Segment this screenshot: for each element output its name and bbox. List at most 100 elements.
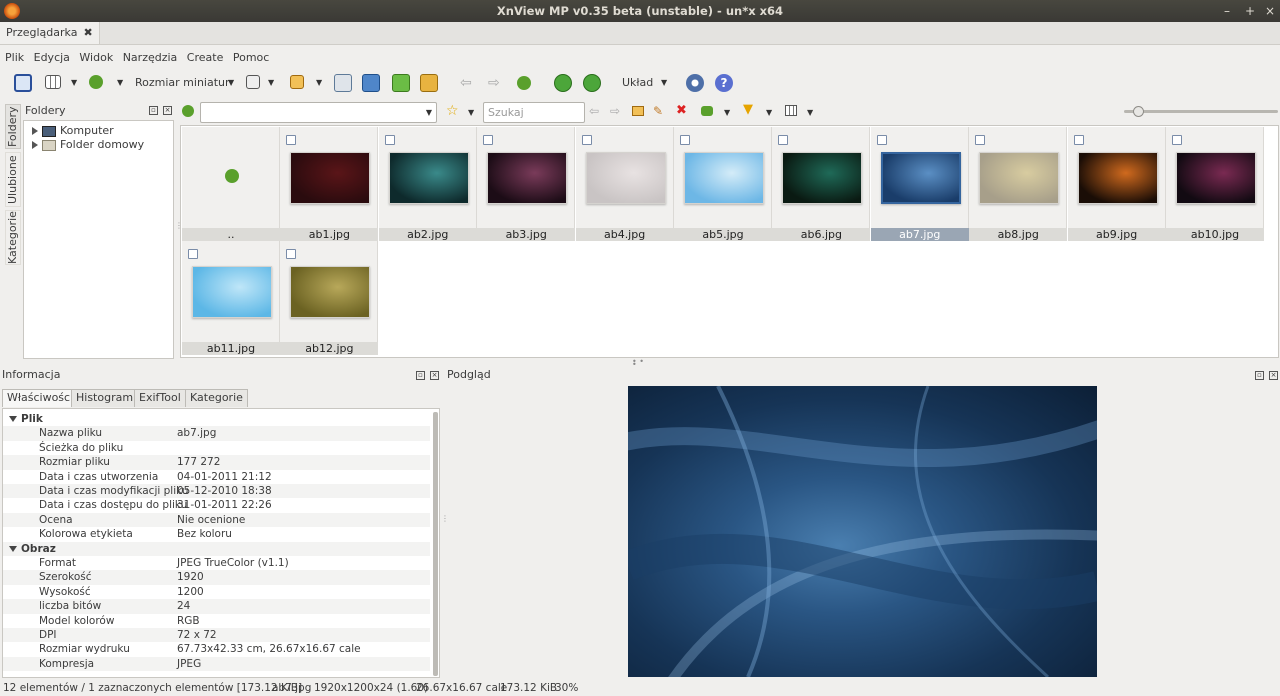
property-row[interactable]: Rozmiar wydruku 67.73x42.33 cm, 26.67x16.… <box>3 642 430 656</box>
thumb-cell[interactable]: ab3.jpg <box>477 127 576 241</box>
info-close-icon[interactable]: × <box>430 371 439 380</box>
property-row[interactable]: Model kolorów RGB <box>3 614 430 628</box>
thumb-cell[interactable]: ab11.jpg <box>182 241 280 355</box>
property-row[interactable]: Format JPEG TrueColor (v1.1) <box>3 556 430 570</box>
batch-convert-icon[interactable] <box>392 74 410 92</box>
property-row[interactable]: DPI 72 x 72 <box>3 628 430 643</box>
thumb-checkbox[interactable] <box>286 249 297 259</box>
menu-edit[interactable]: Edycja <box>34 51 70 64</box>
sort-dropdown-icon[interactable]: ▼ <box>268 78 274 87</box>
thumb-checkbox[interactable] <box>975 135 986 145</box>
thumb-cell[interactable]: ab12.jpg <box>280 241 379 355</box>
thumb-cell[interactable]: ab6.jpg <box>772 127 871 241</box>
thumb-checkbox[interactable] <box>1172 135 1182 145</box>
property-row[interactable]: Kompresja JPEG <box>3 656 430 672</box>
menu-help[interactable]: Pomoc <box>233 51 269 64</box>
path-up-icon[interactable] <box>182 105 194 117</box>
view-mode-dropdown-icon[interactable]: ▼ <box>71 78 77 87</box>
filter-funnel-icon[interactable]: ▼ <box>743 102 753 117</box>
property-row[interactable]: Data i czas utworzenia 04-01-2011 21:12 <box>3 470 430 484</box>
thumb-image[interactable] <box>585 152 666 204</box>
maximize-icon[interactable]: + <box>1243 3 1257 19</box>
thumb-image[interactable] <box>979 152 1060 204</box>
tab-browser[interactable]: Przeglądarka ✖ <box>0 22 100 44</box>
path-combo[interactable]: ▼ <box>200 102 437 123</box>
property-row[interactable]: Data i czas modyfikacji pliku 05-12-2010 … <box>3 484 430 499</box>
folders-float-icon[interactable]: ▫ <box>149 106 158 115</box>
thumb-image[interactable] <box>1176 152 1256 204</box>
thumb-cell[interactable]: ab4.jpg <box>575 127 674 241</box>
thumb-checkbox[interactable] <box>876 135 887 145</box>
info-tab-exiftool[interactable]: ExifTool <box>134 389 186 407</box>
menu-tools[interactable]: Narzędzia <box>123 51 178 64</box>
thumb-cell[interactable]: ab9.jpg <box>1067 127 1166 241</box>
nav-dropdown-icon[interactable]: ▼ <box>117 78 123 87</box>
preview-close-icon[interactable]: × <box>1269 371 1278 380</box>
close-window-icon[interactable]: × <box>1263 3 1277 19</box>
collapse-arrow-icon[interactable] <box>9 416 17 422</box>
thumb-checkbox[interactable] <box>680 135 690 145</box>
rotate-left-icon[interactable] <box>554 74 572 92</box>
thumb-image[interactable] <box>487 152 568 204</box>
settings-gear-icon[interactable] <box>686 74 704 92</box>
close-tab-icon[interactable]: ✖ <box>83 26 92 39</box>
minimize-icon[interactable]: – <box>1220 3 1234 19</box>
next-arrow-icon[interactable]: ⇨ <box>488 72 500 94</box>
search-next-icon[interactable]: ⇨ <box>610 104 620 118</box>
layout-button[interactable]: Układ <box>622 72 653 94</box>
go-up-icon[interactable] <box>89 75 103 89</box>
thumb-image[interactable] <box>290 152 371 204</box>
collapse-arrow-icon[interactable] <box>9 545 17 552</box>
delete-icon[interactable]: ✖ <box>676 103 687 118</box>
property-row[interactable]: Nazwa pliku ab7.jpg <box>3 426 430 441</box>
expand-arrow-icon[interactable] <box>32 141 38 149</box>
thumb-checkbox[interactable] <box>188 249 198 259</box>
horizontal-splitter[interactable]: • • • <box>632 358 648 369</box>
zoom-slider[interactable] <box>1124 110 1278 113</box>
info-float-icon[interactable]: ▫ <box>416 371 425 380</box>
side-tab-folders[interactable]: Foldery <box>5 104 21 149</box>
path-dropdown-icon[interactable]: ▼ <box>426 108 432 117</box>
thumb-image[interactable] <box>290 266 371 318</box>
thumb-image[interactable] <box>192 266 272 318</box>
side-tab-favorites[interactable]: Ulubione <box>5 152 21 207</box>
thumb-image[interactable] <box>684 152 764 204</box>
view-mode-icon[interactable] <box>45 75 61 89</box>
thumb-cell[interactable]: ab8.jpg <box>969 127 1068 241</box>
preview-float-icon[interactable]: ▫ <box>1255 371 1264 380</box>
side-tab-categories[interactable]: Kategorie <box>5 210 21 265</box>
menu-file[interactable]: Plik <box>5 51 24 64</box>
preview-image[interactable] <box>628 386 1097 677</box>
thumb-size-button[interactable]: Rozmiar miniatur <box>135 72 230 94</box>
tree-item-home[interactable]: Folder domowy <box>32 138 144 152</box>
tree-item-computer[interactable]: Komputer <box>32 124 114 138</box>
tag-icon[interactable] <box>701 106 713 116</box>
favorites-star-icon[interactable]: ☆ <box>446 103 459 119</box>
property-row[interactable]: Wysokość 1200 <box>3 585 430 599</box>
thumb-image[interactable] <box>1077 152 1158 204</box>
thumb-checkbox[interactable] <box>581 135 592 145</box>
properties-scrollbar[interactable] <box>433 412 438 676</box>
expand-arrow-icon[interactable] <box>32 127 38 135</box>
thumb-checkbox[interactable] <box>483 135 494 145</box>
compare-icon[interactable] <box>334 74 352 92</box>
thumb-image[interactable] <box>388 152 469 204</box>
folders-close-icon[interactable]: × <box>163 106 172 115</box>
prev-arrow-icon[interactable]: ⇦ <box>460 72 472 94</box>
splitter-handle-vertical[interactable]: ⋮ <box>441 514 449 523</box>
fullscreen-icon[interactable] <box>14 74 32 92</box>
property-row[interactable]: Data i czas dostępu do pliku 31-01-2011 2… <box>3 498 430 512</box>
columns-icon[interactable] <box>785 105 797 116</box>
property-row[interactable]: Kolorowa etykieta Bez koloru <box>3 527 430 541</box>
property-group[interactable]: Plik <box>3 412 430 426</box>
camera-import-icon[interactable] <box>362 74 380 92</box>
zoom-slider-knob[interactable] <box>1133 106 1144 117</box>
thumb-checkbox[interactable] <box>778 135 789 145</box>
thumb-cell[interactable]: ab2.jpg <box>378 127 477 241</box>
thumb-image[interactable] <box>782 152 863 204</box>
new-folder-icon[interactable] <box>632 106 644 116</box>
property-row[interactable]: Rozmiar pliku 177 272 <box>3 455 430 470</box>
thumb-cell[interactable]: ab5.jpg <box>674 127 772 241</box>
favorites-dropdown-icon[interactable]: ▼ <box>468 108 474 117</box>
thumb-cell[interactable]: ab10.jpg <box>1166 127 1264 241</box>
